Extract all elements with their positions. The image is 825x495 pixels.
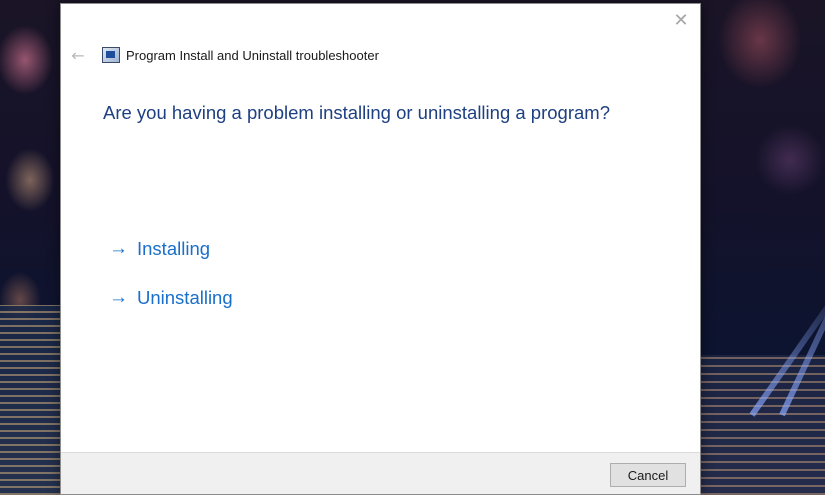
arrow-right-icon: → bbox=[109, 238, 128, 259]
arrow-right-icon: → bbox=[109, 287, 128, 308]
option-uninstalling-link[interactable]: → Uninstalling bbox=[109, 287, 233, 309]
window-title: Program Install and Uninstall troublesho… bbox=[126, 47, 379, 63]
troubleshooter-dialog: ✕ ← Program Install and Uninstall troubl… bbox=[60, 3, 701, 495]
page-question: Are you having a problem installing or u… bbox=[103, 102, 610, 123]
close-icon: ✕ bbox=[673, 10, 689, 31]
wallpaper-city-right bbox=[699, 355, 825, 495]
dialog-footer: Cancel bbox=[61, 452, 700, 494]
back-arrow-icon: ← bbox=[71, 45, 85, 65]
wallpaper-city-left bbox=[0, 305, 60, 495]
option-uninstalling-label: Uninstalling bbox=[137, 287, 233, 308]
troubleshooter-app-icon bbox=[102, 47, 120, 63]
option-installing-link[interactable]: → Installing bbox=[109, 238, 210, 260]
back-button[interactable]: ← bbox=[69, 45, 87, 65]
option-installing-label: Installing bbox=[137, 238, 211, 259]
close-button[interactable]: ✕ bbox=[672, 12, 690, 30]
cancel-button[interactable]: Cancel bbox=[610, 463, 686, 487]
dialog-header: ← Program Install and Uninstall troubles… bbox=[69, 44, 379, 66]
